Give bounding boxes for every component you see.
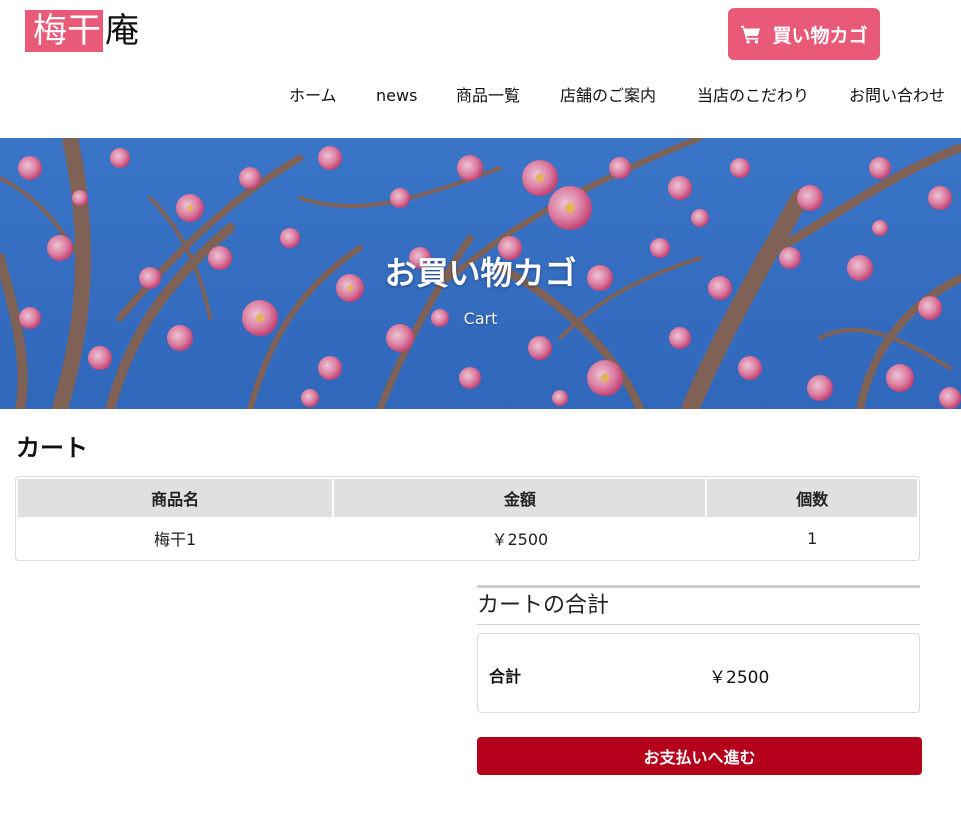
cell-price: ￥2500	[491, 530, 549, 549]
cart-totals-box: 合計 ￥2500	[477, 633, 920, 713]
table-row: 梅干1 ￥2500 1	[18, 519, 917, 557]
cart-table: 商品名 金額 個数 梅干1 ￥2500 1	[16, 477, 919, 559]
cell-product-name: 梅干1	[154, 530, 197, 549]
hero-title: お買い物カゴ	[384, 254, 577, 292]
shopping-cart-icon	[741, 25, 761, 44]
hero-subtitle: Cart	[463, 309, 498, 328]
cart-section-title: カート	[16, 434, 88, 462]
total-value: ￥2500	[709, 668, 770, 688]
column-header-product-name: 商品名	[18, 479, 333, 517]
nav-item-products[interactable]: 商品一覧	[456, 86, 520, 106]
nav-item-commitment[interactable]: 当店のこだわり	[697, 86, 809, 106]
proceed-to-checkout-button[interactable]: お支払いへ進む	[477, 737, 922, 775]
cart-button[interactable]: 買い物カゴ	[728, 8, 880, 60]
nav-item-store-info[interactable]: 店舗のご案内	[560, 86, 656, 106]
cart-table-header-row: 商品名 金額 個数	[18, 479, 917, 517]
logo-highlight-text: 梅干	[25, 10, 103, 52]
cart-button-label: 買い物カゴ	[772, 24, 868, 47]
column-header-quantity: 個数	[707, 479, 917, 517]
cart-totals-title: カートの合計	[477, 585, 920, 625]
hero-banner: お買い物カゴ Cart	[0, 138, 961, 409]
column-header-price: 金額	[334, 479, 706, 517]
main-nav: ホーム news 商品一覧 店舗のご案内 当店のこだわり お問い合わせ	[0, 86, 961, 108]
total-label: 合計	[489, 667, 522, 686]
cell-quantity: 1	[807, 528, 818, 548]
site-logo[interactable]: 梅干庵	[25, 10, 139, 52]
logo-text: 庵	[105, 11, 139, 51]
cart-table-container: 商品名 金額 個数 梅干1 ￥2500 1	[15, 476, 920, 561]
nav-item-contact[interactable]: お問い合わせ	[849, 86, 945, 106]
nav-item-news[interactable]: news	[376, 86, 417, 106]
nav-item-home[interactable]: ホーム	[289, 86, 337, 106]
